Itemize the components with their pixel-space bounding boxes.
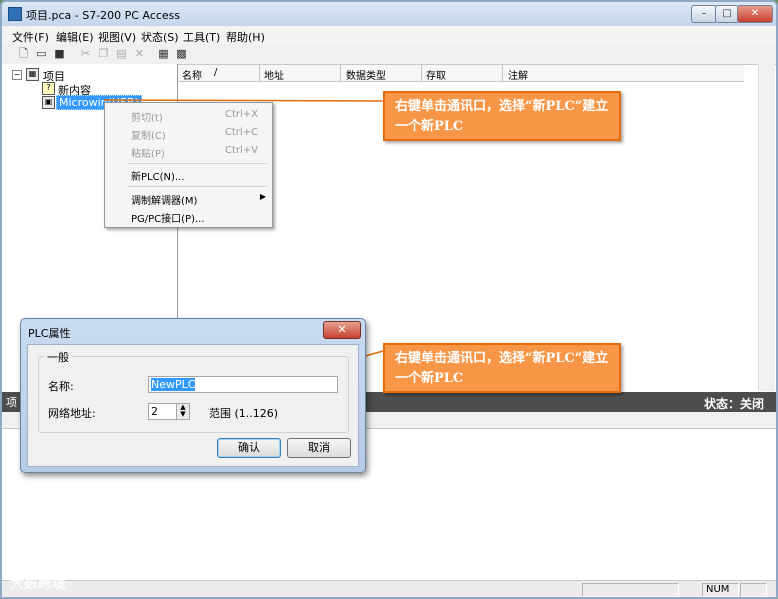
ok-button[interactable]: 确认 — [217, 438, 281, 458]
callout-top-text: 右键单击通讯口，选择“新PLC”建立一个新PLC — [395, 99, 609, 134]
callout-top: 右键单击通讯口，选择“新PLC”建立一个新PLC — [383, 91, 621, 141]
address-input[interactable]: 2 — [148, 403, 178, 420]
dialog-close-button[interactable]: ✕ — [323, 321, 361, 339]
dialog-title: PLC属性 — [28, 327, 71, 340]
callout-bottom: 右键单击通讯口，选择“新PLC”建立一个新PLC — [383, 343, 621, 393]
name-input[interactable]: NewPLC — [148, 376, 338, 393]
name-label: 名称: — [48, 380, 74, 393]
cancel-button[interactable]: 取消 — [287, 438, 351, 458]
address-label: 网络地址: — [48, 407, 96, 420]
general-groupbox — [38, 356, 349, 433]
callout-connectors — [103, 99, 384, 409]
watermark-logo: 大数跨境 — [10, 576, 66, 592]
connector-line-top — [103, 99, 384, 102]
callout-bottom-text: 右键单击通讯口，选择“新PLC”建立一个新PLC — [395, 351, 609, 386]
range-hint: 范围 (1..126) — [209, 407, 279, 420]
name-input-value: NewPLC — [151, 378, 196, 391]
plc-properties-dialog: PLC属性 ✕ 一般 名称: NewPLC 网络地址: 2 ▲ ▼ 范围 (1..… — [20, 318, 366, 473]
group-title: 一般 — [44, 349, 72, 365]
address-spinner[interactable]: ▲ ▼ — [176, 403, 190, 420]
dialog-body: 一般 名称: NewPLC 网络地址: 2 ▲ ▼ 范围 (1..126) 确认 … — [27, 344, 359, 467]
